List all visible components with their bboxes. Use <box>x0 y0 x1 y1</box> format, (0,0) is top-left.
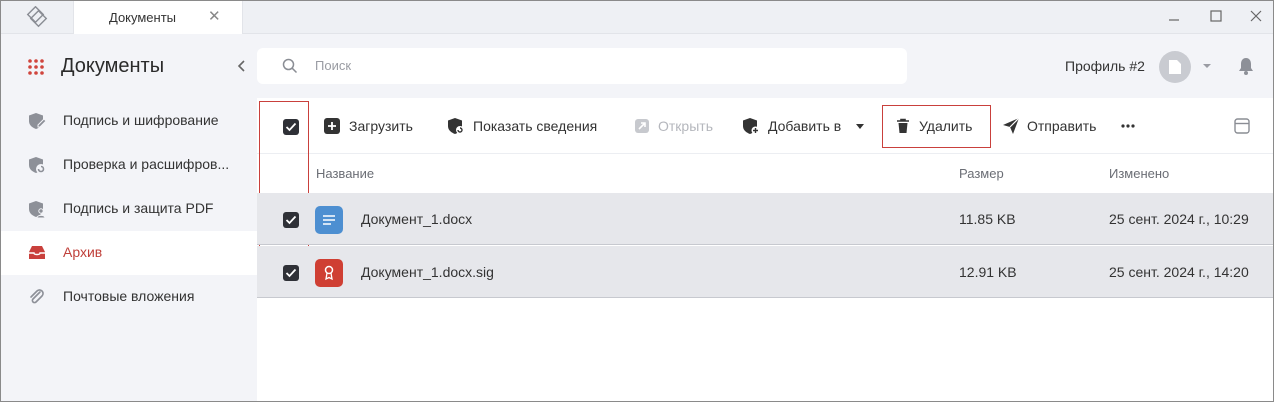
more-icon[interactable] <box>1121 123 1135 129</box>
sidebar-header: Документы <box>1 35 257 99</box>
tab-documents[interactable]: Документы ✕ <box>73 1 243 34</box>
profile-name[interactable]: Профиль #2 <box>1065 58 1145 74</box>
sidebar-item-label: Почтовые вложения <box>63 288 195 304</box>
sidebar-item-label: Проверка и расшифров... <box>63 156 230 172</box>
send-button[interactable]: Отправить <box>1002 98 1102 154</box>
document-file-icon <box>315 206 343 234</box>
file-size: 11.85 KB <box>959 211 1016 227</box>
row-checkbox[interactable] <box>283 265 299 281</box>
file-modified: 25 сент. 2024 г., 10:29 <box>1109 211 1249 227</box>
sidebar: Документы Подпись и шифрование Проверка … <box>1 35 257 401</box>
upload-button[interactable]: Загрузить <box>323 98 423 154</box>
shield-refresh-icon <box>29 157 46 174</box>
table-row[interactable]: Документ_1.docx 11.85 KB 25 сент. 2024 г… <box>257 193 1273 245</box>
show-info-label: Показать сведения <box>473 118 598 134</box>
add-square-icon <box>324 118 340 134</box>
apps-grid-icon[interactable] <box>27 58 45 76</box>
avatar-document-icon <box>1169 60 1181 74</box>
signature-file-icon <box>315 259 343 287</box>
search-input[interactable]: Поиск <box>257 48 907 84</box>
search-placeholder: Поиск <box>315 58 352 73</box>
toolbar: Загрузить Показать сведения Открыть Доба… <box>257 98 1273 154</box>
file-modified: 25 сент. 2024 г., 14:20 <box>1109 264 1249 280</box>
table-row[interactable]: Документ_1.docx.sig 12.91 KB 25 сент. 20… <box>257 246 1273 298</box>
upload-label: Загрузить <box>349 118 413 134</box>
shield-add-icon <box>743 118 760 135</box>
column-header-modified[interactable]: Изменено <box>1109 166 1169 181</box>
external-link-icon <box>635 119 649 133</box>
send-icon <box>1003 117 1020 134</box>
show-info-button[interactable]: Показать сведения <box>447 98 607 154</box>
shield-info-icon <box>448 118 464 134</box>
sidebar-item-mail-attachments[interactable]: Почтовые вложения <box>1 275 257 319</box>
file-panel: Загрузить Показать сведения Открыть Доба… <box>257 98 1273 401</box>
search-icon <box>282 58 298 74</box>
sidebar-item-archive[interactable]: Архив <box>1 231 257 275</box>
close-icon[interactable] <box>1246 7 1266 27</box>
bell-icon[interactable] <box>1237 56 1255 76</box>
shield-pen-icon <box>29 113 47 129</box>
delete-button[interactable]: Удалить <box>894 98 984 154</box>
sidebar-item-label: Архив <box>63 244 103 260</box>
paperclip-icon <box>30 289 44 304</box>
send-label: Отправить <box>1027 118 1097 134</box>
archive-icon <box>29 246 45 259</box>
title-bar: Документы ✕ <box>1 1 1273 34</box>
sidebar-item-label: Подпись и защита PDF <box>63 200 214 216</box>
file-name: Документ_1.docx <box>361 211 473 227</box>
caret-down-icon <box>856 124 864 129</box>
add-to-label: Добавить в <box>768 118 842 134</box>
app-window: Документы ✕ Документы Подпись и шифрован… <box>0 0 1274 402</box>
file-size: 12.91 KB <box>959 264 1017 280</box>
delete-label: Удалить <box>919 118 973 134</box>
sidebar-item-sign-encrypt[interactable]: Подпись и шифрование <box>1 99 257 143</box>
sidebar-item-label: Подпись и шифрование <box>63 112 219 128</box>
avatar[interactable] <box>1159 51 1191 83</box>
maximize-icon[interactable] <box>1206 7 1226 27</box>
shield-user-icon <box>29 201 46 219</box>
panel-layout-icon[interactable] <box>1234 118 1250 134</box>
row-checkbox[interactable] <box>283 212 299 228</box>
minimize-icon[interactable] <box>1165 7 1185 27</box>
chevron-down-icon[interactable] <box>1202 62 1212 70</box>
tab-close-icon[interactable]: ✕ <box>208 8 221 25</box>
app-logo-icon <box>26 6 48 28</box>
chevron-left-icon[interactable] <box>235 57 249 75</box>
sidebar-item-verify-decrypt[interactable]: Проверка и расшифров... <box>1 143 257 187</box>
trash-icon <box>897 118 909 133</box>
file-name: Документ_1.docx.sig <box>361 264 494 280</box>
sidebar-item-sign-pdf[interactable]: Подпись и защита PDF <box>1 187 257 231</box>
add-to-button[interactable]: Добавить в <box>742 98 867 154</box>
app-title: Документы <box>61 55 165 77</box>
column-header-name[interactable]: Название <box>316 166 374 181</box>
open-button[interactable]: Открыть <box>633 98 723 154</box>
column-header-size[interactable]: Размер <box>959 166 1004 181</box>
tab-label: Документы <box>109 10 177 25</box>
open-label: Открыть <box>658 118 713 134</box>
